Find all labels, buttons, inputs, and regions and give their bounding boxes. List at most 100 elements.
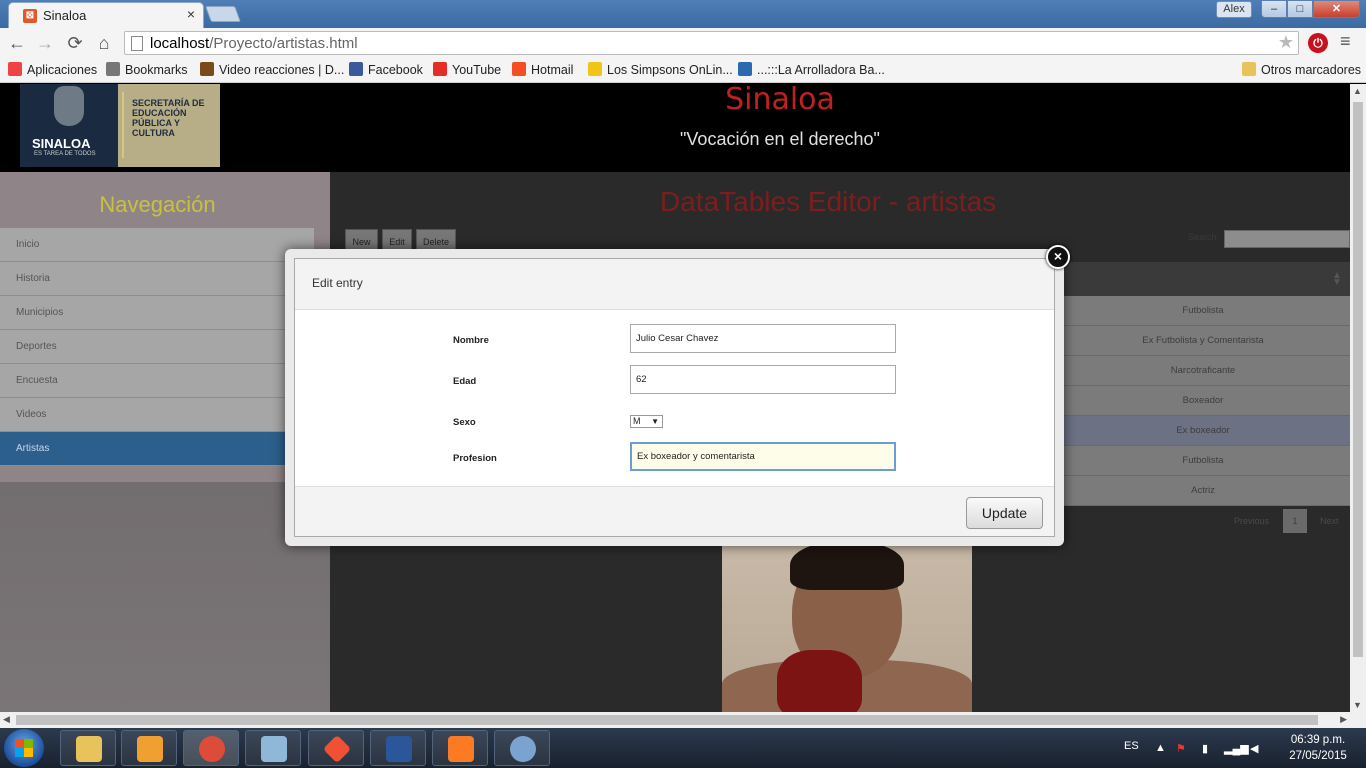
paint-taskbar-button[interactable]: [494, 730, 550, 766]
action-center-icon[interactable]: ⚑: [1176, 742, 1186, 755]
battery-icon[interactable]: ▮: [1202, 742, 1208, 755]
nav-item-videos[interactable]: Videos: [0, 398, 314, 432]
network-icon[interactable]: ▂▄▆: [1224, 742, 1249, 755]
profesion-input[interactable]: [630, 442, 896, 471]
volume-icon[interactable]: ◀: [1250, 742, 1258, 755]
xampp-favicon-icon: ⊠: [23, 9, 37, 23]
browser-titlebar: ⊠ Sinaloa × Alex – □ ✕: [0, 0, 1366, 28]
notepad-taskbar-button[interactable]: [245, 730, 301, 766]
nombre-input[interactable]: [630, 324, 896, 353]
git-icon: [322, 734, 352, 764]
bookmark-item[interactable]: ...:::La Arrolladora Ba...: [738, 62, 885, 77]
bookmark-item[interactable]: YouTube: [433, 62, 501, 77]
table-column: Futbolista Ex Futbolista y Comentarista …: [1056, 296, 1350, 506]
search-input[interactable]: [1224, 230, 1350, 248]
scroll-right-icon[interactable]: ▶: [1340, 714, 1347, 725]
nav-item-artistas[interactable]: Artistas: [0, 432, 314, 466]
address-bar[interactable]: localhost/Proyecto/artistas.html ★: [124, 31, 1299, 55]
nav-item-deportes[interactable]: Deportes: [0, 330, 314, 364]
scroll-down-icon[interactable]: ▼: [1353, 700, 1362, 710]
git-taskbar-button[interactable]: [308, 730, 364, 766]
profile-badge[interactable]: Alex: [1216, 1, 1252, 18]
clock-time[interactable]: 06:39 p.m.: [1282, 734, 1354, 746]
nav-item-municipios[interactable]: Municipios: [0, 296, 314, 330]
bookmark-item[interactable]: Bookmarks: [106, 62, 188, 77]
home-icon[interactable]: ⌂: [92, 32, 116, 54]
bookmark-item[interactable]: Aplicaciones: [8, 62, 97, 77]
bookmark-item[interactable]: Hotmail: [512, 62, 573, 77]
modal-footer: Update: [295, 486, 1054, 536]
table-header[interactable]: [1056, 262, 1350, 296]
coat-of-arms-icon: [54, 86, 84, 126]
edit-modal: Edit entry Nombre Edad Sexo M▼ Profesion…: [285, 249, 1064, 546]
url-text: localhost/Proyecto/artistas.html: [150, 35, 358, 52]
close-window-button[interactable]: ✕: [1313, 0, 1360, 18]
word-taskbar-button[interactable]: [370, 730, 426, 766]
folder-icon: [1242, 62, 1256, 76]
youtube-icon: [433, 62, 447, 76]
pagination-page[interactable]: 1: [1283, 509, 1307, 533]
table-row[interactable]: Boxeador: [1056, 386, 1350, 416]
language-indicator[interactable]: ES: [1124, 740, 1139, 752]
nav-item-encuesta[interactable]: Encuesta: [0, 364, 314, 398]
update-button[interactable]: Update: [966, 497, 1043, 529]
vertical-scrollbar[interactable]: ▲ ▼: [1350, 84, 1366, 712]
table-row[interactable]: Actriz: [1056, 476, 1350, 506]
xampp-icon: [448, 736, 474, 762]
edad-label: Edad: [453, 376, 477, 387]
scroll-left-icon[interactable]: ◀: [3, 714, 10, 725]
browser-tab[interactable]: ⊠ Sinaloa ×: [8, 2, 204, 28]
nav-item-historia[interactable]: Historia: [0, 262, 314, 296]
media-player-taskbar-button[interactable]: [121, 730, 177, 766]
menu-icon[interactable]: ≡: [1340, 31, 1351, 52]
table-row[interactable]: Ex Futbolista y Comentarista: [1056, 326, 1350, 356]
show-hidden-icons-icon[interactable]: ▲: [1155, 742, 1166, 754]
edad-input[interactable]: [630, 365, 896, 394]
reload-icon[interactable]: ⟳: [63, 32, 87, 54]
table-row[interactable]: Futbolista: [1056, 296, 1350, 326]
apps-grid-icon: [8, 62, 22, 76]
chrome-icon: [199, 736, 225, 762]
table-row[interactable]: Futbolista: [1056, 446, 1350, 476]
adblock-extension-icon[interactable]: ⏻: [1308, 33, 1328, 53]
artist-photo: [722, 540, 972, 712]
scroll-thumb[interactable]: [16, 715, 1318, 725]
minimize-button[interactable]: –: [1261, 0, 1287, 18]
nombre-label: Nombre: [453, 335, 489, 346]
pagination-next[interactable]: Next: [1320, 516, 1339, 526]
windows-taskbar: ES ▲ ⚑ ▮ ▂▄▆ ◀ 06:39 p.m. 27/05/2015: [0, 728, 1366, 768]
nav-item-inicio[interactable]: Inicio: [0, 228, 314, 262]
datatable-title: DataTables Editor - artistas: [660, 186, 997, 217]
back-arrow-icon[interactable]: ←: [5, 32, 29, 54]
page-icon: [131, 36, 143, 51]
other-bookmarks[interactable]: Otros marcadores: [1242, 62, 1361, 77]
new-tab-button[interactable]: [205, 6, 241, 22]
scroll-up-icon[interactable]: ▲: [1353, 86, 1362, 96]
clock-date[interactable]: 27/05/2015: [1282, 750, 1354, 762]
pagination-previous[interactable]: Previous: [1234, 516, 1269, 526]
sexo-select[interactable]: M ▼: [630, 415, 663, 428]
bookmark-item[interactable]: Los Simpsons OnLin...: [588, 62, 733, 77]
paint-icon: [510, 736, 536, 762]
bookmark-item[interactable]: Facebook: [349, 62, 423, 77]
file-explorer-taskbar-button[interactable]: [60, 730, 116, 766]
modal-close-icon[interactable]: ×: [1046, 245, 1070, 269]
logo-name: SINALOA: [32, 136, 91, 151]
xampp-taskbar-button[interactable]: [432, 730, 488, 766]
site-slogan: "Vocación en el derecho": [680, 129, 880, 149]
table-row-selected[interactable]: Ex boxeador: [1056, 416, 1350, 446]
star-icon: [106, 62, 120, 76]
table-row[interactable]: Narcotraficante: [1056, 356, 1350, 386]
horizontal-scrollbar[interactable]: ◀ ▶: [0, 712, 1350, 728]
forward-arrow-icon[interactable]: →: [33, 32, 57, 54]
site-icon: [200, 62, 214, 76]
bookmarks-bar: Aplicaciones Bookmarks Video reacciones …: [0, 58, 1366, 83]
start-button[interactable]: [4, 729, 44, 767]
bookmark-item[interactable]: Video reacciones | D...: [200, 62, 344, 77]
scroll-thumb[interactable]: [1353, 102, 1363, 657]
bookmark-star-icon[interactable]: ★: [1278, 32, 1294, 53]
sort-icon[interactable]: ▲ ▼: [1332, 271, 1342, 288]
chrome-taskbar-button[interactable]: [183, 730, 239, 766]
maximize-button[interactable]: □: [1287, 0, 1313, 18]
tab-close-icon[interactable]: ×: [187, 6, 195, 22]
